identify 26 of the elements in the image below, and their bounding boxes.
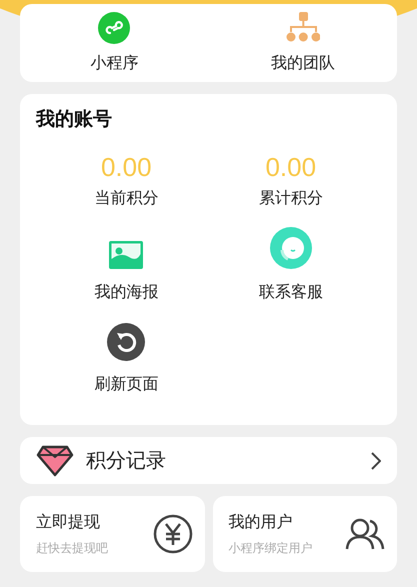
tile-subtitle: 小程序绑定用户: [228, 540, 314, 557]
diamond-icon: [36, 444, 74, 476]
shortcut-item[interactable]: 小程序: [20, 4, 208, 82]
points-value: 0.00: [265, 150, 316, 182]
yen-icon: [152, 514, 192, 554]
chat-icon: [270, 226, 312, 268]
account-action[interactable]: 联系客服: [208, 224, 373, 304]
section-title: 我的账号: [36, 108, 112, 132]
users-icon: [345, 517, 385, 551]
feature-tile[interactable]: 立即提现 赶快去提现吧: [20, 496, 204, 572]
points-value: 0.00: [100, 150, 152, 182]
points-record-row[interactable]: 积分记录: [20, 437, 397, 484]
tile-title: 我的用户: [228, 512, 294, 533]
refresh-icon: [107, 322, 146, 360]
link-icon: [98, 12, 130, 44]
feature-tile[interactable]: 我的用户 小程序绑定用户: [212, 496, 397, 572]
account-action[interactable]: 我的海报: [44, 224, 208, 304]
hierarchy-icon: [286, 12, 320, 44]
points-label: 当前积分: [94, 188, 158, 208]
chevron-right-icon: [371, 452, 381, 470]
account-action[interactable]: 刷新页面: [44, 316, 208, 396]
tile-subtitle: 赶快去提现吧: [36, 540, 109, 557]
tile-title: 立即提现: [36, 512, 101, 533]
shortcut-item[interactable]: 我的团队: [208, 4, 397, 82]
points-label: 累计积分: [258, 188, 323, 208]
image-icon: [109, 240, 144, 268]
